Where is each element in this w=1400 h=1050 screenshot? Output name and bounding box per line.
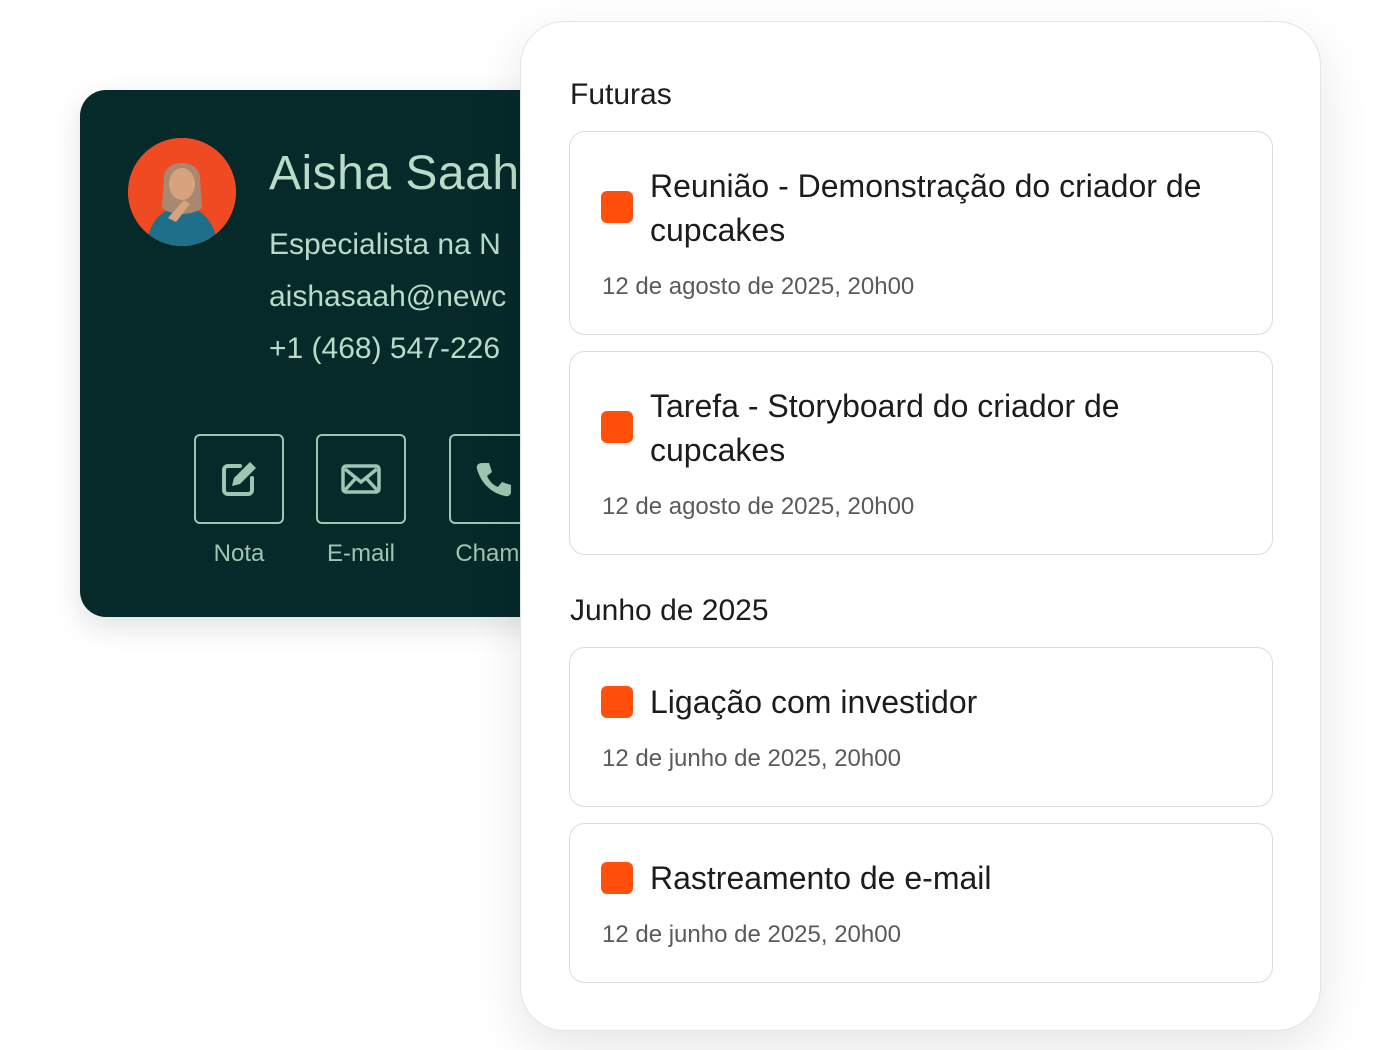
phone-icon: [476, 463, 511, 497]
activity-item[interactable]: Reunião - Demonstração do criador de cup…: [569, 131, 1273, 335]
note-button[interactable]: [194, 434, 284, 524]
section-title-june-2025: Junho de 2025: [570, 594, 769, 627]
email-action[interactable]: E-mail: [316, 434, 406, 568]
status-indicator-icon: [601, 686, 633, 718]
activity-date: 12 de junho de 2025, 20h00: [602, 745, 901, 772]
email-button[interactable]: [316, 434, 406, 524]
email-label: E-mail: [326, 540, 395, 567]
avatar[interactable]: [128, 138, 236, 246]
activity-date: 12 de junho de 2025, 20h00: [602, 921, 901, 948]
note-label: Nota: [213, 540, 265, 567]
activity-title: Tarefa - Storyboard do criador de cupcak…: [650, 388, 1120, 468]
contact-email[interactable]: aishasaah@newc: [269, 280, 506, 314]
activity-item[interactable]: Ligação com investidor 12 de junho de 20…: [569, 647, 1273, 807]
edit-icon: [222, 462, 256, 496]
avatar-photo: [128, 138, 236, 246]
section-title-upcoming: Futuras: [570, 78, 672, 111]
activity-item[interactable]: Tarefa - Storyboard do criador de cupcak…: [569, 351, 1273, 555]
contact-phone[interactable]: +1 (468) 547-226: [269, 332, 500, 366]
activity-date: 12 de agosto de 2025, 20h00: [602, 493, 915, 520]
status-indicator-icon: [601, 862, 633, 894]
contact-name: Aisha Saah: [269, 147, 520, 200]
activity-date: 12 de agosto de 2025, 20h00: [602, 273, 915, 300]
activity-title: Rastreamento de e-mail: [650, 860, 992, 896]
contact-role: Especialista na N: [269, 228, 501, 261]
note-action[interactable]: Nota: [194, 434, 284, 568]
status-indicator-icon: [601, 411, 633, 443]
activity-title: Ligação com investidor: [650, 684, 978, 720]
status-indicator-icon: [601, 191, 633, 223]
activity-item[interactable]: Rastreamento de e-mail 12 de junho de 20…: [569, 823, 1273, 983]
activity-title: Reunião - Demonstração do criador de cup…: [650, 168, 1202, 248]
activity-panel: Futuras Reunião - Demonstração do criado…: [520, 21, 1321, 1031]
mail-icon: [341, 464, 381, 494]
